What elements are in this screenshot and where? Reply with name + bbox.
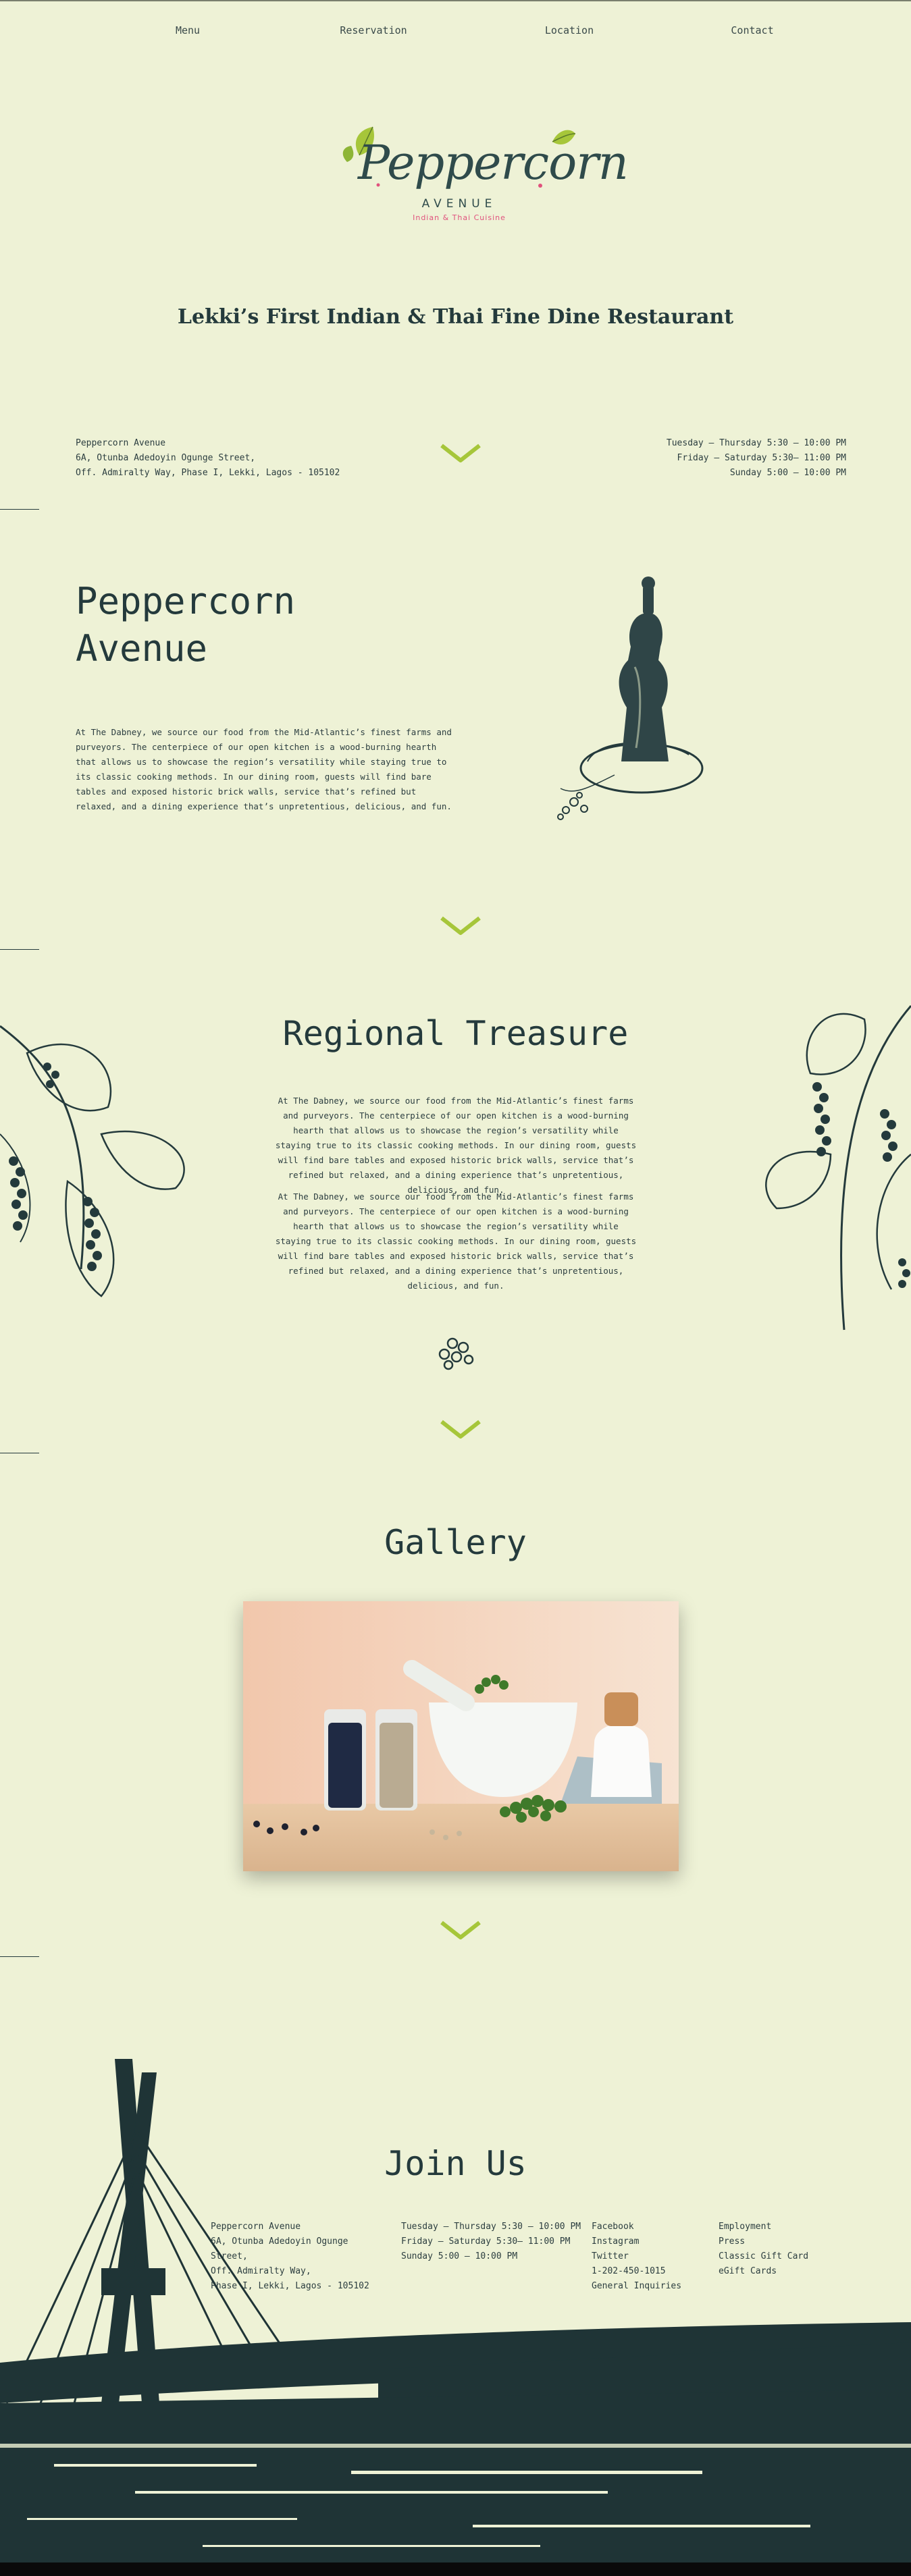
chevron-down-icon[interactable]: [439, 1418, 482, 1441]
peppercorns-icon: [438, 1337, 474, 1370]
logo-tagline: Indian & Thai Cuisine: [413, 213, 506, 222]
nav-reservation[interactable]: Reservation: [340, 24, 407, 36]
hours-line: Sunday 5:00 – 10:00 PM: [729, 468, 846, 478]
about-title-line: Avenue: [76, 627, 208, 670]
hours-line: Friday – Saturday 5:30– 11:00 PM: [401, 2236, 571, 2247]
gallery-title: Gallery: [384, 1523, 527, 1562]
chevron-down-icon[interactable]: [439, 914, 482, 937]
address-line: Street,: [211, 2251, 248, 2261]
address-line: Off. Admiralty Way, Phase I, Lekki, Lago…: [76, 468, 340, 478]
pepper-mill-illustration: [557, 576, 704, 820]
nav-menu[interactable]: Menu: [176, 24, 200, 36]
top-border: [0, 0, 911, 1]
nav-contact[interactable]: Contact: [731, 24, 773, 36]
regional-paragraph-2: At The Dabney, we source our food from t…: [275, 1191, 637, 1291]
chevron-down-icon[interactable]: [439, 441, 482, 464]
join-title: Join Us: [384, 2144, 527, 2183]
logo[interactable]: Peppercorn AVENUE Indian & Thai Cuisine: [338, 115, 629, 236]
employment-link[interactable]: Employment: [719, 2220, 854, 2234]
bridge-silhouette: [0, 2059, 911, 2562]
section-divider: [0, 1956, 39, 1957]
section-divider: [0, 509, 39, 510]
address-line: Peppercorn Avenue: [76, 438, 166, 448]
phone-link[interactable]: 1-202-450-1015: [592, 2264, 713, 2279]
facebook-link[interactable]: Facebook: [592, 2220, 713, 2234]
regional-paragraph-1: At The Dabney, we source our food from t…: [275, 1096, 637, 1195]
join-social: Facebook Instagram Twitter 1-202-450-101…: [592, 2220, 713, 2294]
address-line: Off. Admiralty Way,: [211, 2266, 311, 2276]
join-hours: Tuesday – Thursday 5:30 – 10:00 PM Frida…: [401, 2220, 590, 2264]
address-line: 6A, Otunba Adedoyin Ogunge Street,: [76, 453, 256, 463]
info-hours: Tuesday – Thursday 5:30 – 10:00 PM Frida…: [509, 436, 846, 481]
hours-line: Friday – Saturday 5:30– 11:00 PM: [677, 453, 846, 463]
egift-cards-link[interactable]: eGift Cards: [719, 2264, 854, 2279]
press-link[interactable]: Press: [719, 2234, 854, 2249]
chevron-down-icon[interactable]: [439, 1918, 482, 1941]
about-title-line: Peppercorn: [76, 580, 296, 622]
regional-title: Regional Treasure: [282, 1014, 629, 1053]
hours-line: Sunday 5:00 – 10:00 PM: [401, 2251, 518, 2261]
section-divider: [0, 949, 39, 950]
about-text: At The Dabney, we source our food from t…: [76, 727, 452, 811]
twitter-link[interactable]: Twitter: [592, 2249, 713, 2264]
instagram-link[interactable]: Instagram: [592, 2234, 713, 2249]
logo-sub: AVENUE: [421, 197, 497, 211]
general-inquiries-link[interactable]: General Inquiries: [592, 2279, 713, 2294]
address-line: Peppercorn Avenue: [211, 2222, 301, 2232]
about-title: Peppercorn Avenue: [76, 578, 295, 672]
bottom-bar: [0, 2562, 911, 2576]
logo-wordmark: Peppercorn: [358, 135, 629, 190]
hero-headline: Lekki’s First Indian & Thai Fine Dine Re…: [177, 305, 734, 329]
hours-line: Tuesday – Thursday 5:30 – 10:00 PM: [666, 438, 846, 448]
address-line: Phase I, Lekki, Lagos - 105102: [211, 2281, 369, 2291]
nav-location[interactable]: Location: [545, 24, 594, 36]
classic-gift-card-link[interactable]: Classic Gift Card: [719, 2249, 854, 2264]
address-line: 6A, Otunba Adedoyin Ogunge: [211, 2236, 348, 2247]
gallery-photo-spices: [243, 1601, 679, 1871]
gallery-image[interactable]: [243, 1601, 679, 1871]
main-nav: Menu Reservation Location Contact: [0, 24, 911, 41]
info-address: Peppercorn Avenue 6A, Otunba Adedoyin Og…: [76, 436, 413, 481]
join-more: Employment Press Classic Gift Card eGift…: [719, 2220, 854, 2279]
hours-line: Tuesday – Thursday 5:30 – 10:00 PM: [401, 2222, 581, 2232]
join-address: Peppercorn Avenue 6A, Otunba Adedoyin Og…: [211, 2220, 393, 2294]
